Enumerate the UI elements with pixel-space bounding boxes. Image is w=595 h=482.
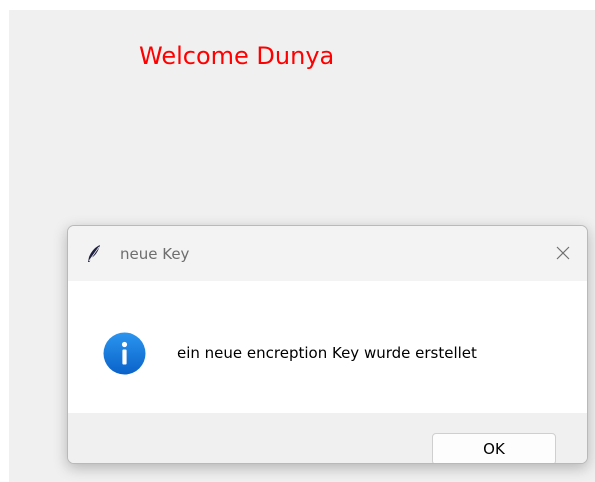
feather-icon — [88, 245, 100, 262]
dialog-content: ein neue encreption Key wurde erstellet — [68, 281, 587, 413]
info-icon — [103, 332, 146, 375]
dialog-footer: OK — [68, 413, 587, 463]
dialog-message: ein neue encreption Key wurde erstellet — [177, 344, 477, 362]
message-dialog: neue Key ein neue encreption Key wurde e… — [67, 225, 588, 464]
dialog-titlebar[interactable]: neue Key — [68, 226, 587, 281]
welcome-label: Welcome Dunya — [139, 42, 335, 70]
close-icon[interactable] — [553, 243, 573, 263]
dialog-title: neue Key — [120, 245, 190, 263]
ok-button[interactable]: OK — [432, 433, 556, 463]
